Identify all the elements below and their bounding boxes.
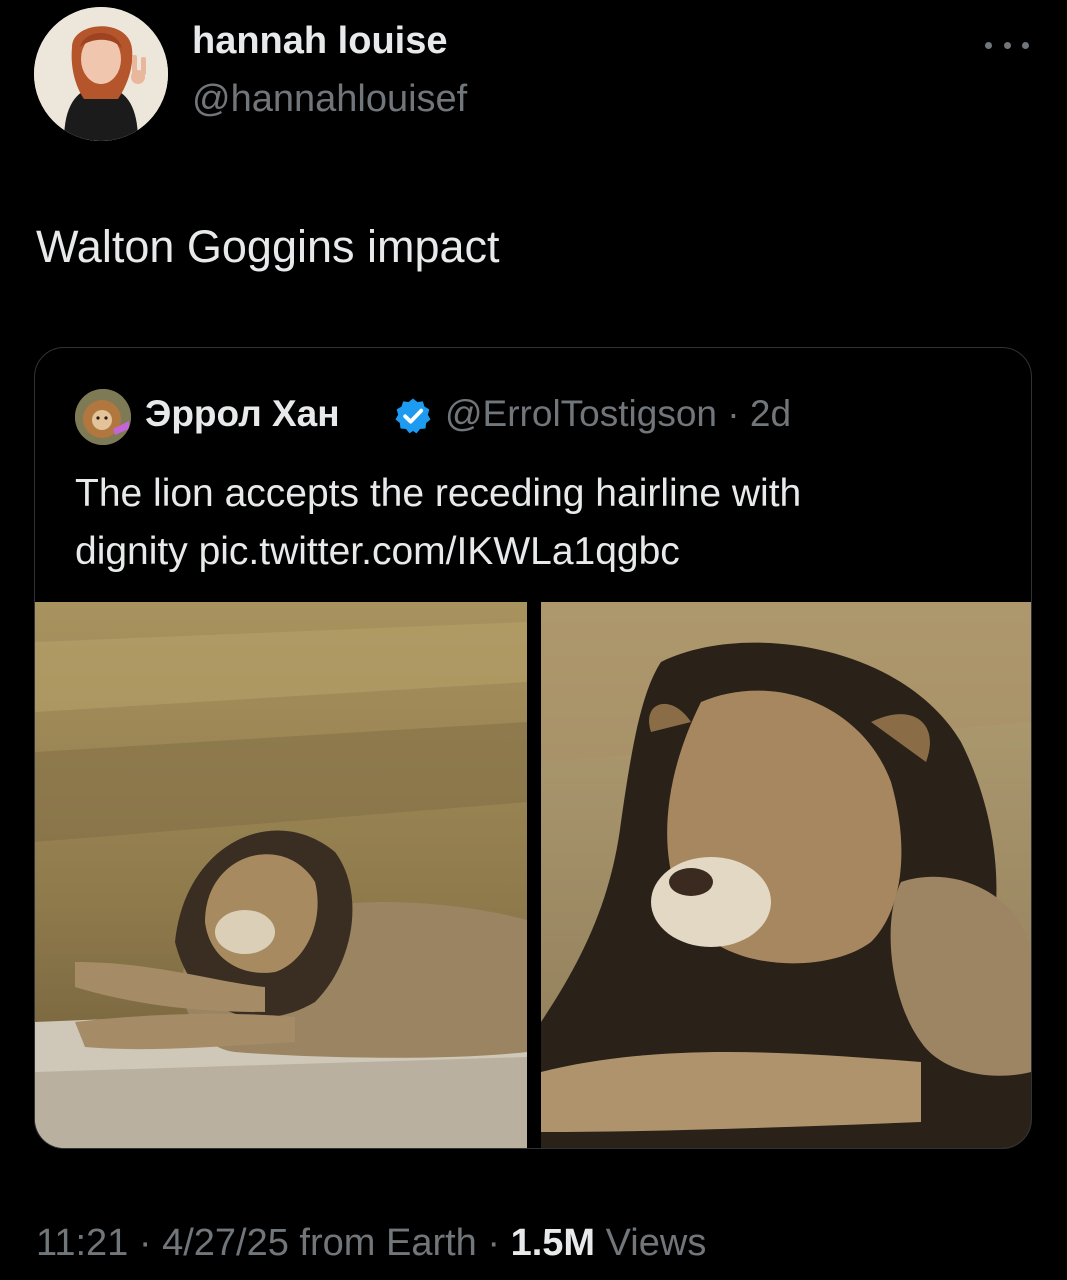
quoted-tweet-age[interactable]: 2d xyxy=(750,393,791,434)
tweet-metadata: 11:21 · 4/27/25 from Earth · 1.5M Views xyxy=(36,1222,706,1265)
more-icon[interactable] xyxy=(985,34,1029,56)
meta-separator: · xyxy=(128,1222,163,1264)
views-count[interactable]: 1.5M xyxy=(511,1222,595,1264)
views-label: Views xyxy=(605,1222,707,1264)
meta-separator: · xyxy=(476,1222,511,1264)
tweet-time[interactable]: 11:21 xyxy=(36,1222,128,1264)
quoted-author-avatar-image xyxy=(75,389,131,445)
quoted-author-meta: @ErrolTostigson · 2d xyxy=(445,393,791,435)
quoted-tweet-text-line: The lion accepts the receding hairline w… xyxy=(75,472,802,515)
more-dot xyxy=(1003,41,1011,49)
author-handle[interactable]: @hannahlouisef xyxy=(192,78,467,121)
quoted-author-handle[interactable]: @ErrolTostigson xyxy=(445,393,717,434)
tweet-source: from Earth xyxy=(299,1222,477,1264)
tweet-text: Walton Goggins impact xyxy=(36,221,500,272)
tweet-date[interactable]: 4/27/25 xyxy=(162,1222,289,1264)
author-avatar-image xyxy=(34,7,168,141)
quoted-tweet-text-line: dignity pic.twitter.com/IKWLa1qgbc xyxy=(75,530,680,573)
lion-photo-left-image xyxy=(35,602,527,1148)
more-dot xyxy=(985,41,992,49)
lion-photo-right-image xyxy=(541,602,1031,1148)
lion-photo-left[interactable] xyxy=(35,602,527,1148)
quoted-tweet-card[interactable]: Эррол Хан @ErrolTostigson · 2d The lion … xyxy=(34,347,1032,1149)
meta-separator: · xyxy=(717,393,750,434)
verified-badge-icon xyxy=(395,398,431,434)
quoted-author-avatar[interactable] xyxy=(75,389,131,445)
author-display-name[interactable]: hannah louise xyxy=(192,20,447,63)
lion-photo-right[interactable] xyxy=(541,602,1031,1148)
author-avatar[interactable] xyxy=(34,7,168,141)
quoted-author-display-name[interactable]: Эррол Хан xyxy=(145,393,340,435)
quoted-tweet-text: The lion accepts the receding hairline w… xyxy=(75,465,1005,581)
more-dot xyxy=(1022,41,1029,49)
